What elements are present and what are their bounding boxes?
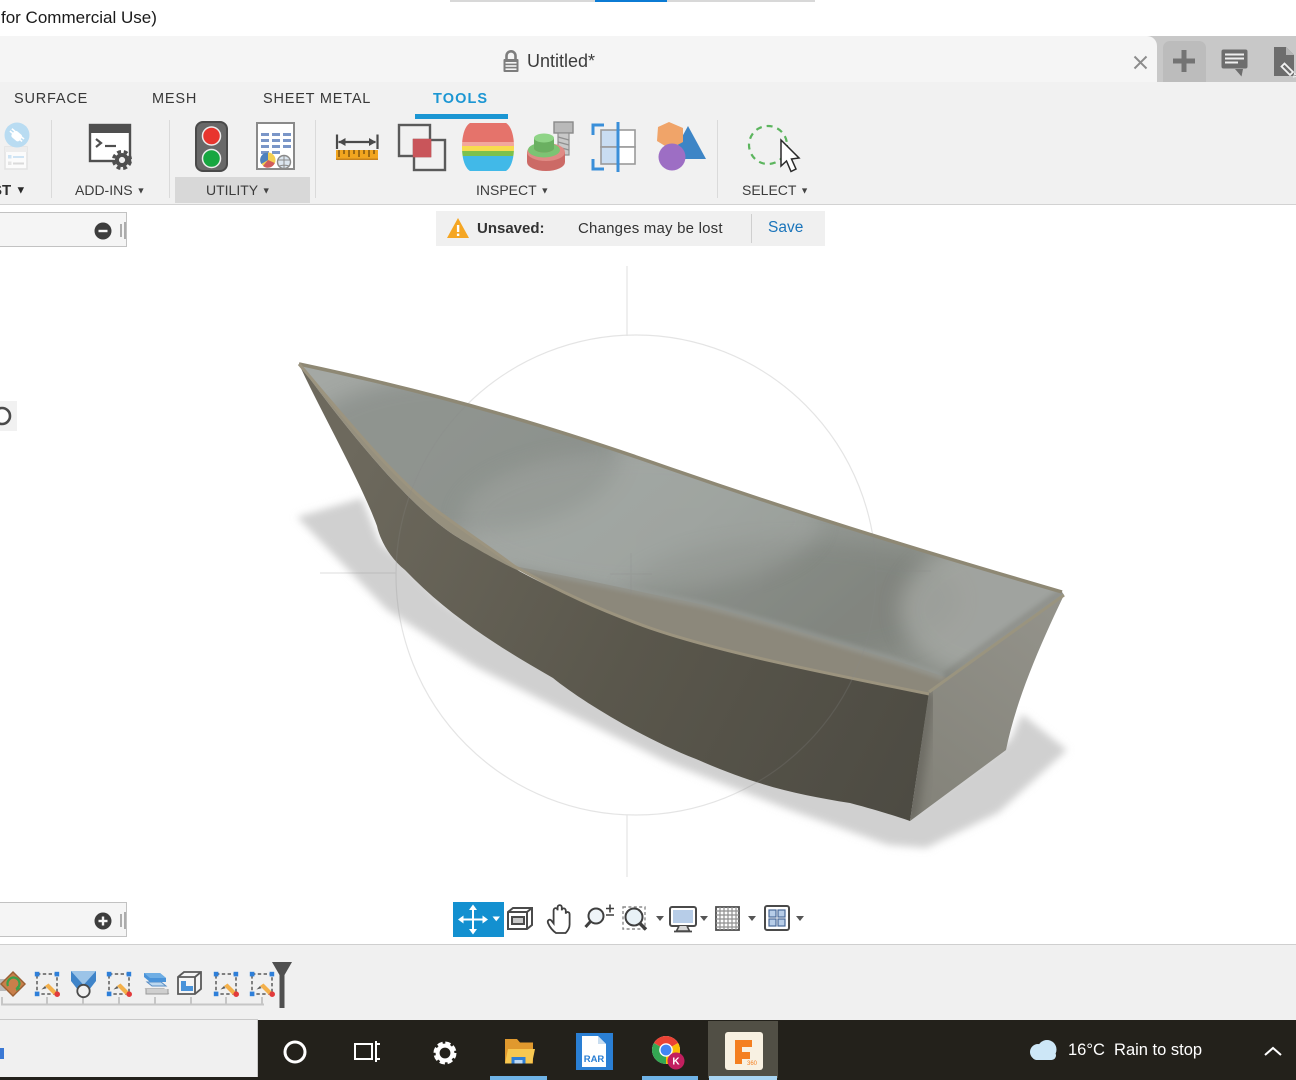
svg-text:K: K: [672, 1057, 680, 1068]
svg-text:RAR: RAR: [584, 1054, 605, 1065]
svg-text:360: 360: [747, 1061, 758, 1067]
